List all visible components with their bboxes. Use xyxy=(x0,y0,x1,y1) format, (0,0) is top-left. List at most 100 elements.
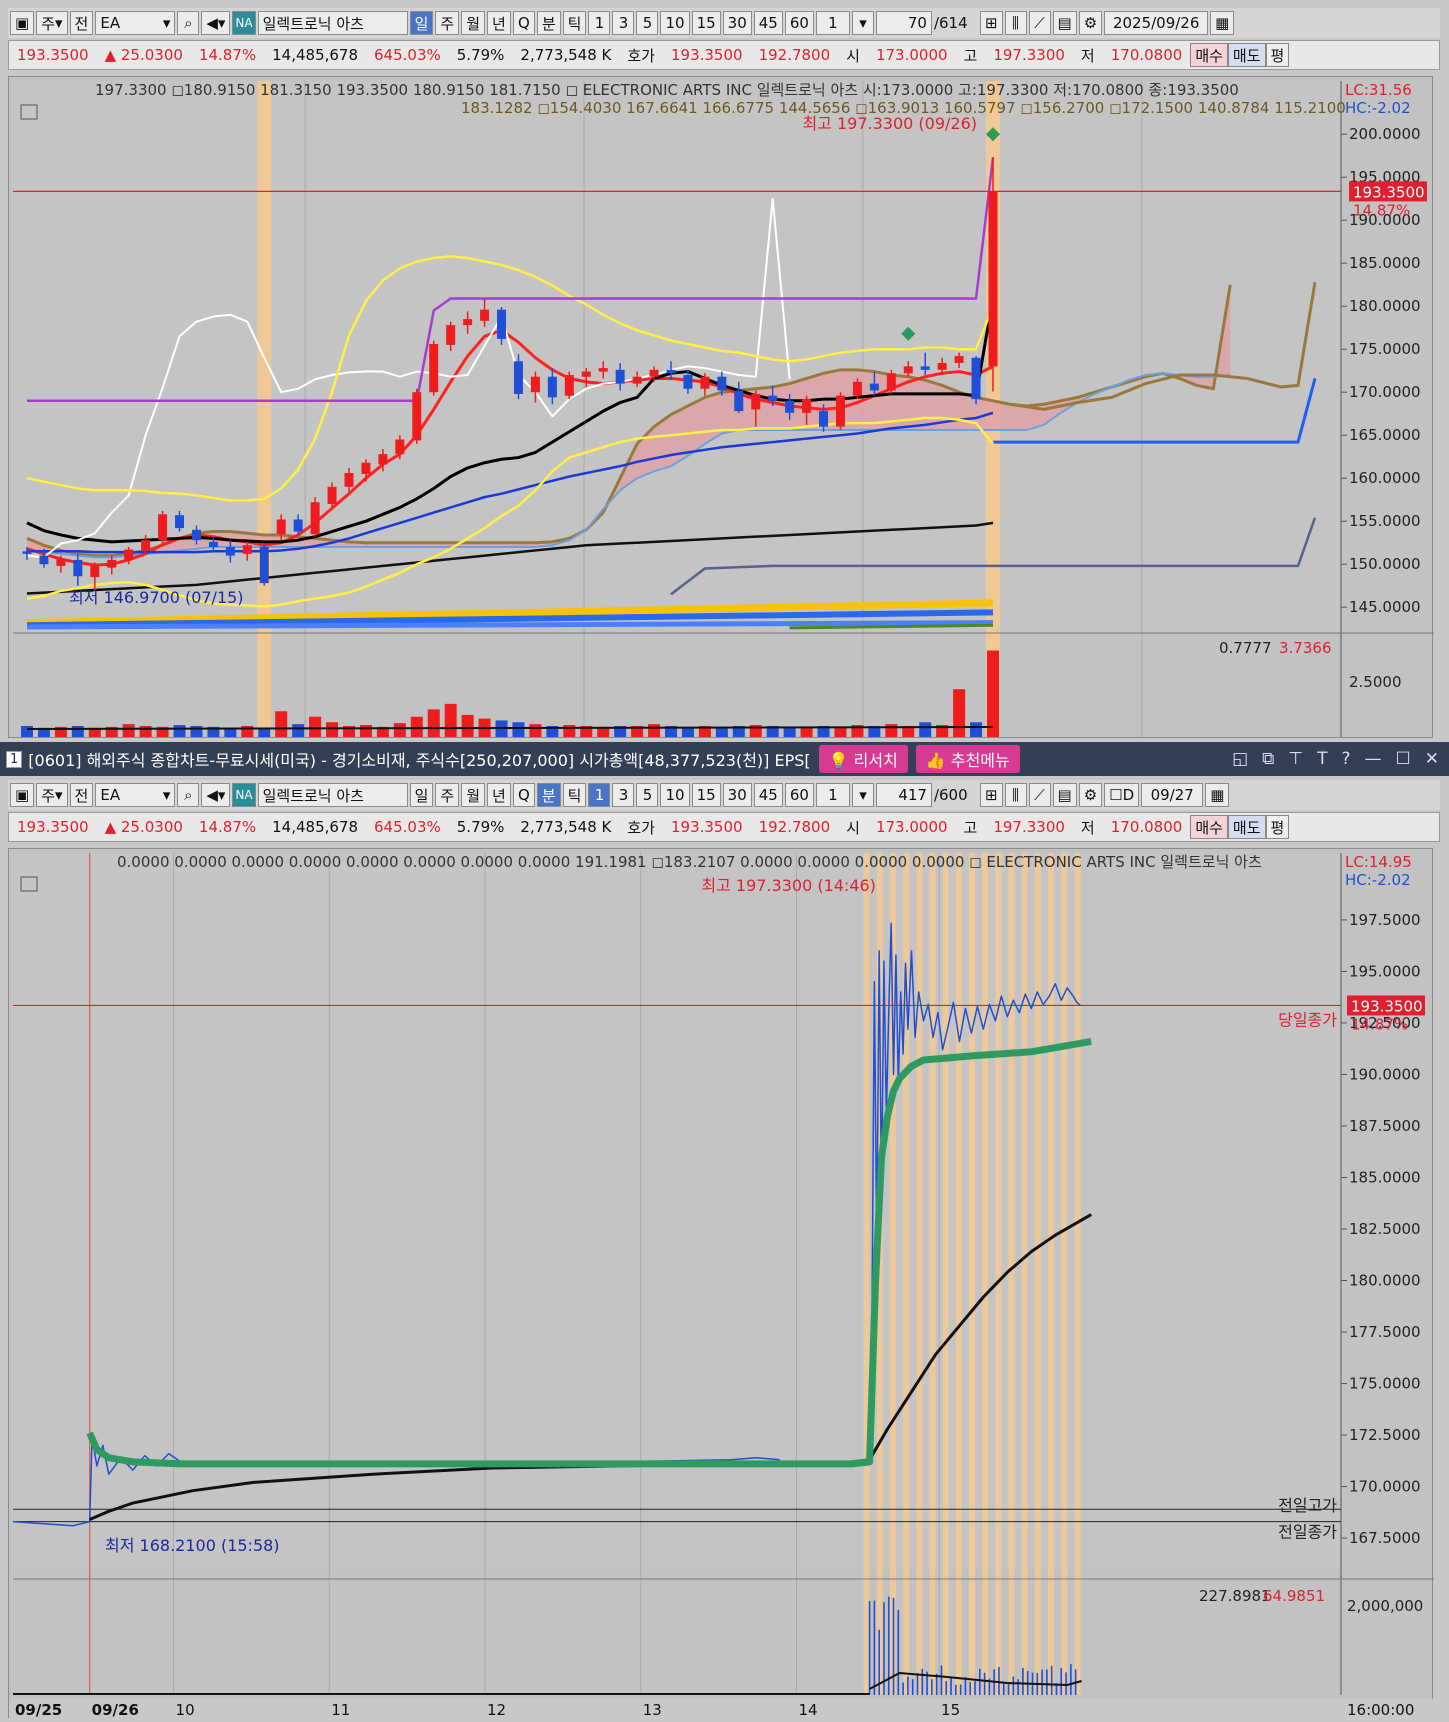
close-icon[interactable]: ✕ xyxy=(1425,749,1439,769)
gear-icon[interactable]: ⚙ xyxy=(1079,11,1102,35)
highlight-band xyxy=(956,853,962,1695)
min-15[interactable]: 15 xyxy=(692,11,721,35)
all-button-2[interactable]: 전 xyxy=(70,783,94,807)
min-label: 최저 146.9700 (07/15) xyxy=(69,588,244,607)
count-input[interactable]: 70 xyxy=(876,11,932,35)
tile-icon[interactable]: ◱ xyxy=(1232,749,1248,769)
all-button[interactable]: 전 xyxy=(70,11,94,35)
unit-input-2[interactable]: 1 xyxy=(816,783,850,807)
layout-icon-2[interactable]: ▣ xyxy=(10,783,34,807)
candle-body xyxy=(531,377,540,392)
period-minute-2[interactable]: 분 xyxy=(537,783,561,807)
calendar-icon[interactable]: ▦ xyxy=(1210,11,1234,35)
min-45[interactable]: 45 xyxy=(754,11,783,35)
date-input-2[interactable]: 09/27 xyxy=(1141,783,1203,807)
market-select[interactable]: 주 ▾ xyxy=(36,11,67,35)
crosshair-icon-2[interactable]: ⊞ xyxy=(980,783,1003,807)
prev-high-label: 전일고가 xyxy=(1278,1496,1337,1515)
candle-body xyxy=(819,411,828,426)
period-quarter[interactable]: Q xyxy=(513,11,535,35)
min-60-2[interactable]: 60 xyxy=(785,783,814,807)
period-month[interactable]: 월 xyxy=(461,11,485,35)
candle-icon-2[interactable]: ⫼ xyxy=(1005,783,1027,807)
period-week-2[interactable]: 주 xyxy=(435,783,459,807)
min-10[interactable]: 10 xyxy=(660,11,689,35)
recommend-label: 추천메뉴 xyxy=(951,751,1010,770)
min-3-2[interactable]: 3 xyxy=(612,783,634,807)
help-icon[interactable]: ? xyxy=(1341,749,1350,769)
eval-button-2[interactable]: 평 xyxy=(1266,815,1290,839)
unit-dropdown-icon[interactable]: ▾ xyxy=(852,11,874,35)
save-icon-2[interactable]: ▤ xyxy=(1053,783,1077,807)
d-checkbox[interactable]: ☐ D xyxy=(1104,783,1139,807)
x-tick-label: 09/25 xyxy=(15,1701,62,1719)
crosshair-icon[interactable]: ⊞ xyxy=(980,11,1003,35)
line-tool-icon[interactable]: ⟋ xyxy=(1029,11,1051,35)
highlight-band xyxy=(1061,853,1067,1695)
ytick-label-2: 170.0000 xyxy=(1349,1478,1421,1496)
market-select-2[interactable]: 주 ▾ xyxy=(36,783,67,807)
period-tick[interactable]: 틱 xyxy=(563,11,587,35)
research-button[interactable]: 💡 리서치 xyxy=(819,745,908,773)
highlight-band xyxy=(1035,853,1041,1695)
min-5[interactable]: 5 xyxy=(636,11,658,35)
period-week[interactable]: 주 xyxy=(435,11,459,35)
eval-button[interactable]: 평 xyxy=(1266,43,1290,67)
sell-button[interactable]: 매도 xyxy=(1228,43,1266,67)
candle-body xyxy=(599,368,608,371)
min-60[interactable]: 60 xyxy=(785,11,814,35)
market-label-2: 주 xyxy=(41,785,55,806)
candle-body xyxy=(328,487,337,504)
period-tick-2[interactable]: 틱 xyxy=(563,783,587,807)
min-10-2[interactable]: 10 xyxy=(660,783,689,807)
save-icon[interactable]: ▤ xyxy=(1053,11,1077,35)
volume-bar xyxy=(919,722,931,737)
candle-body xyxy=(73,560,82,576)
search-icon-2[interactable]: ⌕ xyxy=(177,783,199,807)
volume: 14,485,678 xyxy=(264,46,366,64)
maximize-icon[interactable]: ☐ xyxy=(1396,749,1411,769)
period-day-2[interactable]: 일 xyxy=(410,783,434,807)
volume-header-black-2: 227.8981 xyxy=(1199,1587,1271,1605)
minimize-icon[interactable]: — xyxy=(1365,749,1382,769)
count-input-2[interactable]: 417 xyxy=(876,783,932,807)
period-year[interactable]: 년 xyxy=(487,11,511,35)
buy-button-2[interactable]: 매수 xyxy=(1190,815,1228,839)
min-45-2[interactable]: 45 xyxy=(754,783,783,807)
period-month-2[interactable]: 월 xyxy=(461,783,485,807)
min-30[interactable]: 30 xyxy=(723,11,752,35)
ytick-label: 150.0000 xyxy=(1349,555,1421,573)
symbol-input[interactable]: EA ▾ xyxy=(95,11,175,35)
min-30-2[interactable]: 30 xyxy=(723,783,752,807)
sound-icon[interactable]: ◀▾ xyxy=(201,11,230,35)
ytick-label-2: 190.0000 xyxy=(1349,1065,1421,1083)
layout-icon[interactable]: ▣ xyxy=(10,11,34,35)
candle-icon[interactable]: ⫼ xyxy=(1005,11,1027,35)
sell-button-2[interactable]: 매도 xyxy=(1228,815,1266,839)
na-badge: NA xyxy=(232,11,255,35)
unit-dropdown-icon-2[interactable]: ▾ xyxy=(852,783,874,807)
min-1-2[interactable]: 1 xyxy=(588,783,610,807)
period-year-2[interactable]: 년 xyxy=(487,783,511,807)
search-icon[interactable]: ⌕ xyxy=(177,11,199,35)
text-icon[interactable]: T xyxy=(1317,749,1327,769)
period-minute[interactable]: 분 xyxy=(537,11,561,35)
calendar-icon-2[interactable]: ▦ xyxy=(1205,783,1229,807)
period-quarter-2[interactable]: Q xyxy=(513,783,535,807)
line-tool-icon-2[interactable]: ⟋ xyxy=(1029,783,1051,807)
min-5-2[interactable]: 5 xyxy=(636,783,658,807)
buy-button[interactable]: 매수 xyxy=(1190,43,1228,67)
period-day[interactable]: 일 xyxy=(410,11,434,35)
recommend-button[interactable]: 👍 추천메뉴 xyxy=(916,745,1020,773)
unit-input[interactable]: 1 xyxy=(816,11,850,35)
sound-icon-2[interactable]: ◀▾ xyxy=(201,783,230,807)
date-input[interactable]: 2025/09/26 xyxy=(1104,11,1208,35)
min-3[interactable]: 3 xyxy=(612,11,634,35)
gear-icon-2[interactable]: ⚙ xyxy=(1079,783,1102,807)
min-15-2[interactable]: 15 xyxy=(692,783,721,807)
pin-icon[interactable]: ⊤ xyxy=(1288,749,1303,769)
min-1[interactable]: 1 xyxy=(588,11,610,35)
symbol-input-2[interactable]: EA ▾ xyxy=(95,783,175,807)
cascade-icon[interactable]: ⧉ xyxy=(1262,749,1274,769)
low: 170.0800 xyxy=(1103,46,1191,64)
